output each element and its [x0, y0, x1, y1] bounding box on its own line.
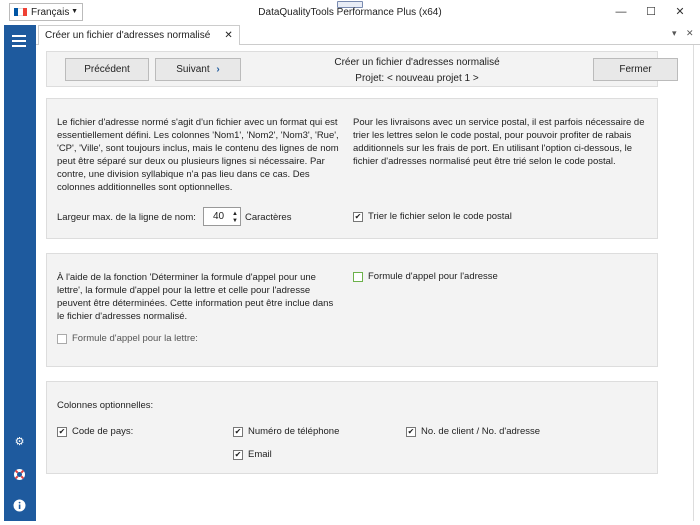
checkbox-checked-icon: ✔: [233, 449, 243, 460]
checkbox-checked-icon: ✔: [353, 211, 363, 222]
phone-number-checkbox[interactable]: ✔ Numéro de téléphone: [233, 426, 339, 437]
checkbox-unchecked-icon: [57, 333, 67, 344]
previous-button[interactable]: Précédent: [65, 58, 149, 81]
client-number-label: No. de client / No. d'adresse: [421, 426, 541, 437]
sort-by-postal-code-checkbox[interactable]: ✔ Trier le fichier selon le code postal: [353, 211, 512, 222]
tab-strip: Créer un fichier d'adresses normalisé ✕ …: [36, 25, 700, 45]
info-icon[interactable]: [13, 499, 26, 512]
sort-description: Pour les livraisons avec un service post…: [353, 117, 645, 167]
sort-label: Trier le fichier selon le code postal: [368, 211, 512, 222]
optional-columns-section: Colonnes optionnelles: ✔ Code de pays: ✔…: [46, 381, 658, 474]
decrement-icon[interactable]: ▼: [232, 218, 238, 224]
chevron-right-icon: ›: [216, 64, 220, 75]
toolbar-panel: Précédent Suivant › Créer un fichier d'a…: [46, 51, 678, 87]
format-section: Le fichier d'adresse normé s'agit d'un f…: [46, 98, 658, 239]
format-description: Le fichier d'adresse normé s'agit d'un f…: [57, 117, 339, 193]
tab-label: Créer un fichier d'adresses normalisé: [45, 30, 211, 41]
checkbox-unchecked-icon: [353, 271, 363, 282]
country-code-checkbox[interactable]: ✔ Code de pays:: [57, 426, 133, 437]
email-checkbox[interactable]: ✔ Email: [233, 449, 272, 460]
country-code-label: Code de pays:: [72, 426, 134, 437]
phone-number-label: Numéro de téléphone: [248, 426, 340, 437]
letter-salutation-label: Formule d'appel pour la lettre:: [72, 333, 198, 344]
lifebuoy-icon[interactable]: [13, 468, 26, 481]
client-number-checkbox[interactable]: ✔ No. de client / No. d'adresse: [406, 426, 540, 437]
address-salutation-label: Formule d'appel pour l'adresse: [368, 271, 498, 282]
maximize-button[interactable]: ☐: [641, 4, 661, 20]
max-width-unit: Caractères: [245, 212, 292, 223]
sidebar: ⚙: [4, 25, 36, 521]
email-label: Email: [248, 449, 272, 460]
title-bar: Français ▼ DataQualityTools Performance …: [0, 0, 700, 25]
salutation-section: À l'aide de la fonction 'Déterminer la f…: [46, 253, 658, 367]
close-button[interactable]: Fermer: [593, 58, 678, 81]
window-title: DataQualityTools Performance Plus (x64): [258, 7, 442, 18]
page-heading: Créer un fichier d'adresses normalisé: [334, 57, 500, 68]
next-label: Suivant: [176, 64, 210, 75]
main-content: Précédent Suivant › Créer un fichier d'a…: [36, 45, 694, 521]
tab-create-normalized-file[interactable]: Créer un fichier d'adresses normalisé ✕: [38, 25, 240, 45]
hamburger-icon[interactable]: [12, 35, 26, 50]
project-label: Projet: < nouveau projet 1 >: [355, 73, 479, 84]
close-tab-icon[interactable]: ✕: [224, 30, 232, 41]
close-window-button[interactable]: ✕: [670, 4, 690, 20]
optional-columns-heading: Colonnes optionnelles:: [57, 400, 154, 411]
close-all-tabs-icon[interactable]: ✕: [686, 28, 694, 39]
next-button[interactable]: Suivant ›: [155, 58, 241, 81]
letter-salutation-checkbox[interactable]: Formule d'appel pour la lettre:: [57, 333, 198, 344]
increment-icon[interactable]: ▲: [232, 211, 238, 217]
checkbox-checked-icon: ✔: [57, 426, 67, 437]
max-width-stepper[interactable]: 40 ▲ ▼: [203, 207, 241, 226]
max-width-value: 40: [213, 211, 225, 222]
checkbox-checked-icon: ✔: [406, 426, 416, 437]
minimize-button[interactable]: —: [611, 4, 631, 20]
max-width-label: Largeur max. de la ligne de nom:: [57, 212, 196, 223]
salutation-description: À l'aide de la fonction 'Déterminer la f…: [57, 272, 334, 322]
tab-dropdown-icon[interactable]: ▾: [672, 28, 677, 39]
checkbox-checked-icon: ✔: [233, 426, 243, 437]
gear-icon[interactable]: ⚙: [13, 436, 26, 449]
address-salutation-checkbox[interactable]: Formule d'appel pour l'adresse: [353, 271, 498, 282]
